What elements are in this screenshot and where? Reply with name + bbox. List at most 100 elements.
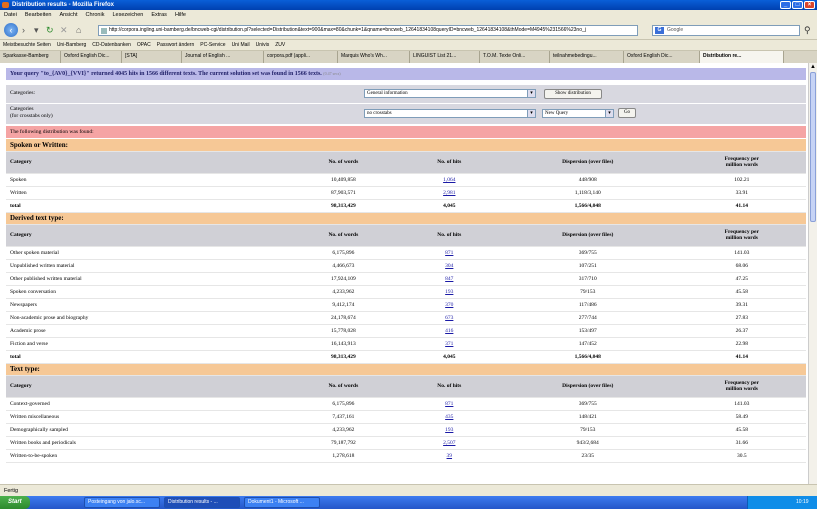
bookmark-item[interactable]: Univis <box>256 40 270 50</box>
tab-active[interactable]: Distribution re... <box>700 51 784 63</box>
hits-link[interactable]: 2,981 <box>443 190 455 196</box>
hits-link[interactable]: 673 <box>445 315 453 321</box>
tab[interactable]: T.O.M. Texte Onli... <box>480 51 550 63</box>
header-frequency: Frequency per million words <box>677 375 806 398</box>
stop-icon[interactable]: ✕ <box>60 25 68 35</box>
cell-category: Unpublished written material <box>6 259 286 273</box>
cell-hits: 304 <box>400 259 498 273</box>
bookmark-item[interactable]: Meistbesuchte Seiten <box>3 40 51 50</box>
cell-hits: 1,064 <box>400 173 498 187</box>
header-frequency-line2: million words <box>725 235 758 241</box>
cell-words: 10,409,858 <box>286 173 401 187</box>
section-header: Text type: <box>6 363 806 376</box>
vertical-scrollbar[interactable]: ▲ <box>808 63 817 484</box>
hits-link[interactable]: 416 <box>445 328 453 334</box>
show-distribution-button[interactable]: Show distribution <box>544 89 602 99</box>
categories-select[interactable]: General information ▾ <box>364 89 536 98</box>
address-bar[interactable]: http://corpora.ingling.uni-bamberg.de/bn… <box>98 25 638 36</box>
menu-help[interactable]: Hilfe <box>175 10 186 20</box>
menu-tools[interactable]: Extras <box>151 10 167 20</box>
header-words: No. of words <box>286 224 401 247</box>
bookmark-item[interactable]: OPAC <box>137 40 151 50</box>
menu-history[interactable]: Chronik <box>86 10 105 20</box>
menu-edit[interactable]: Bearbeiten <box>25 10 52 20</box>
action-select[interactable]: New Query ▾ <box>542 109 614 118</box>
hits-link[interactable]: 193 <box>445 289 453 295</box>
tab[interactable]: Sparkasse-Bamberg <box>0 51 61 63</box>
hits-link[interactable]: 39 <box>447 453 453 459</box>
cell-category: Spoken conversation <box>6 285 286 299</box>
search-icon[interactable]: ⚲ <box>804 25 811 35</box>
distribution-found-banner: The following distribution was found: <box>6 126 806 138</box>
taskbar-item-active[interactable]: Distribution results - ... <box>164 497 240 508</box>
scroll-up-arrow-icon[interactable]: ▲ <box>810 64 816 71</box>
hits-link[interactable]: 2,507 <box>443 440 455 446</box>
table-row: Demographically sampled 4,233,962 193 79/15… <box>6 423 806 437</box>
tab[interactable]: Marquis Who's Wh... <box>338 51 410 63</box>
taskbar-item[interactable]: Posteingang von jalo.sc... <box>84 497 160 508</box>
distribution-table: Spoken or Written: Category No. of words No… <box>6 139 806 463</box>
tab[interactable]: [STA] <box>122 51 182 63</box>
tab[interactable]: LINGUIST List 21... <box>410 51 480 63</box>
bookmark-item[interactable]: Uni-Bamberg <box>57 40 86 50</box>
hits-link[interactable]: 1,064 <box>443 177 455 183</box>
cell-category: Demographically sampled <box>6 423 286 437</box>
hits-link[interactable]: 847 <box>445 276 453 282</box>
google-search-engine-icon[interactable]: G <box>655 27 664 34</box>
reload-icon[interactable]: ↻ <box>46 25 54 35</box>
maximize-button[interactable]: □ <box>792 1 803 9</box>
hits-link[interactable]: 435 <box>445 414 453 420</box>
header-dispersion: Dispersion (over files) <box>497 224 678 247</box>
address-url: http://corpora.ingling.uni-bamberg.de/bn… <box>109 27 586 33</box>
hits-link[interactable]: 304 <box>445 263 453 269</box>
search-input[interactable]: G Google <box>652 25 800 36</box>
menu-file[interactable]: Datei <box>4 10 17 20</box>
hits-link[interactable]: 370 <box>445 302 453 308</box>
back-arrow-icon[interactable]: ‹ <box>4 23 18 37</box>
header-words: No. of words <box>286 375 401 398</box>
tab[interactable]: corpora.pdf (appli... <box>264 51 338 63</box>
scrollbar-thumb[interactable] <box>810 72 816 222</box>
cell-dispersion: 117/486 <box>497 298 678 312</box>
bookmark-item[interactable]: Passwort ändern <box>157 40 195 50</box>
bookmark-item[interactable]: ZUV <box>275 40 285 50</box>
hits-link[interactable]: 371 <box>445 341 453 347</box>
tab[interactable]: Oxford English Dic... <box>624 51 700 63</box>
query-summary: Your query "to_{AV0}_{VVI}" returned 404… <box>6 68 806 80</box>
table-row: Newspapers 9,412,174 370 117/486 39.31 <box>6 298 806 312</box>
cell-category: Other published written material <box>6 272 286 286</box>
hits-link[interactable]: 193 <box>445 427 453 433</box>
start-button[interactable]: Start <box>0 496 30 509</box>
minimize-button[interactable]: _ <box>780 1 791 9</box>
tab[interactable]: Oxford English Dic... <box>61 51 122 63</box>
cell-dispersion: 448/908 <box>497 173 678 187</box>
dropdown-arrow-icon[interactable]: ▾ <box>34 25 39 35</box>
tab[interactable]: teilnahmebedingu... <box>550 51 624 63</box>
chevron-down-icon: ▾ <box>605 110 613 117</box>
cell-hits: 673 <box>400 311 498 325</box>
cell-category: Written books and periodicals <box>6 436 286 450</box>
forward-arrow-icon[interactable]: › <box>22 25 25 35</box>
status-text: Fertig <box>4 488 19 494</box>
chevron-down-icon: ▾ <box>527 90 535 97</box>
crosstabs-select[interactable]: no crosstabs ▾ <box>364 109 536 118</box>
cell-words: 4,233,962 <box>286 285 401 299</box>
crosstabs-value: no crosstabs <box>367 111 392 116</box>
menu-view[interactable]: Ansicht <box>59 10 77 20</box>
taskbar-item[interactable]: Dokument1 - Microsoft ... <box>244 497 320 508</box>
crosstabs-row: Categories (for crosstabs only) no crosst… <box>6 104 806 124</box>
close-button[interactable]: × <box>804 1 815 9</box>
cell-words: 1,278,618 <box>286 449 401 463</box>
cell-category: Newspapers <box>6 298 286 312</box>
cell-frequency: 33.91 <box>677 186 806 200</box>
hits-link[interactable]: 871 <box>445 250 453 256</box>
menu-bookmarks[interactable]: Lesezeichen <box>112 10 143 20</box>
tab[interactable]: Journal of English ... <box>182 51 264 63</box>
bookmark-item[interactable]: PC-Service <box>200 40 225 50</box>
hits-link[interactable]: 871 <box>445 401 453 407</box>
cell-frequency: 39.31 <box>677 298 806 312</box>
bookmark-item[interactable]: CD-Datenbanken <box>92 40 131 50</box>
home-icon[interactable]: ⌂ <box>76 25 81 35</box>
go-button[interactable]: Go <box>618 108 636 118</box>
bookmark-item[interactable]: Uni Mail <box>232 40 250 50</box>
